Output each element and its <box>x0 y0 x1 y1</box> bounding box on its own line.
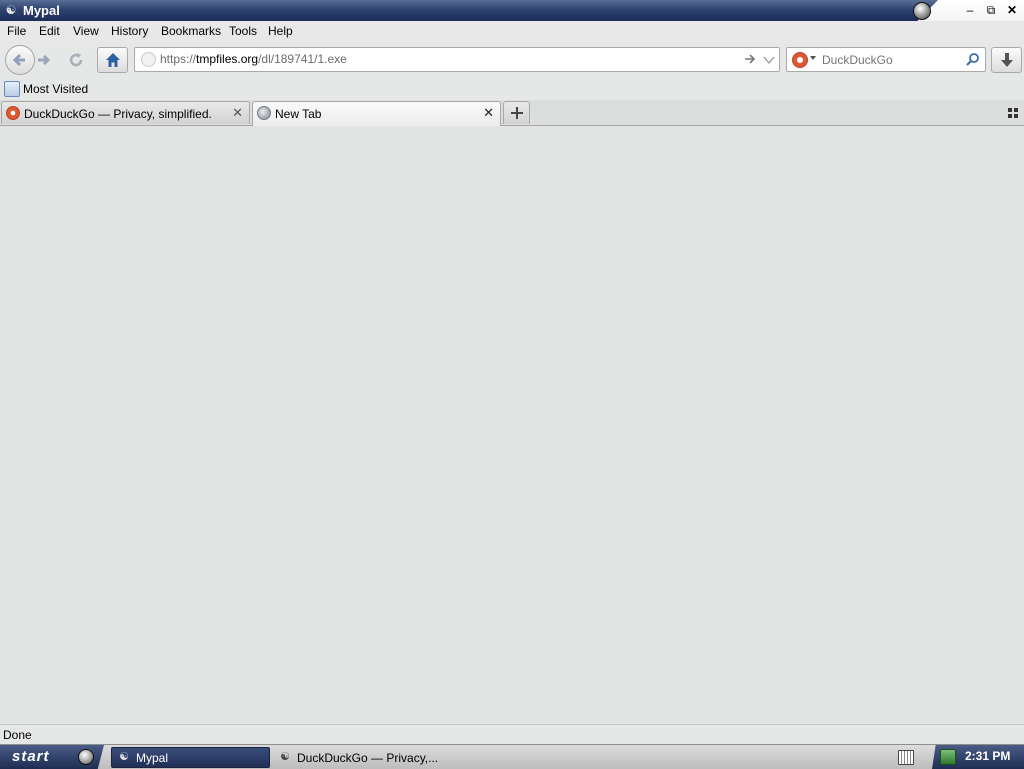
minimize-button[interactable]: ‒ <box>961 2 979 18</box>
tab-list-icon <box>1008 108 1018 118</box>
menu-file[interactable]: File <box>7 24 26 38</box>
reload-button[interactable] <box>66 50 86 70</box>
bookmark-most-visited[interactable]: Most Visited <box>23 82 88 96</box>
navigation-toolbar: https://tmpfiles.org/dl/189741/1.exe <box>0 42 1024 77</box>
search-icon <box>966 53 979 66</box>
forward-button[interactable] <box>34 50 54 70</box>
site-identity-icon <box>141 52 156 67</box>
title-bar: ☯ Mypal ‒ ⧉ ✕ <box>0 0 1024 21</box>
reload-icon <box>69 53 83 67</box>
download-icon <box>1000 53 1013 67</box>
url-prefix: https:// <box>160 52 197 66</box>
menu-edit[interactable]: Edit <box>39 24 60 38</box>
tab-new-tab[interactable]: New Tab ✕ <box>252 101 501 126</box>
tab-duckduckgo[interactable]: DuckDuckGo — Privacy, simplified. ✕ <box>1 101 250 124</box>
window-title: Mypal <box>23 3 60 18</box>
menu-bar: File Edit View History Bookmarks Tools H… <box>0 21 1024 42</box>
go-arrow-icon <box>745 54 756 64</box>
url-bar[interactable]: https://tmpfiles.org/dl/189741/1.exe <box>134 47 780 72</box>
close-button[interactable]: ✕ <box>1003 2 1021 18</box>
start-button[interactable]: start <box>0 745 104 769</box>
globe-favicon-icon <box>257 106 271 120</box>
taskbar-item-duckduckgo[interactable]: ☯ DuckDuckGo — Privacy,... <box>272 747 464 768</box>
menu-view[interactable]: View <box>73 24 99 38</box>
back-icon <box>12 53 25 67</box>
keyboard-icon[interactable] <box>898 750 914 765</box>
app-icon: ☯ <box>5 3 17 17</box>
bookmarks-toolbar: Most Visited <box>0 77 1024 100</box>
url-domain: tmpfiles.org <box>196 52 259 66</box>
downloads-button[interactable] <box>991 47 1022 73</box>
title-bar-dark-panel <box>0 0 938 21</box>
go-button[interactable] <box>743 52 757 66</box>
tab-strip: DuckDuckGo — Privacy, simplified. ✕ New … <box>0 100 1024 126</box>
menu-tools[interactable]: Tools <box>229 24 257 38</box>
tab-list-button[interactable] <box>1008 107 1018 118</box>
tab-label: DuckDuckGo — Privacy, simplified. <box>24 107 212 121</box>
page-content <box>0 126 1024 724</box>
clock[interactable]: 2:31 PM <box>965 749 1010 763</box>
most-visited-icon <box>4 81 20 97</box>
forward-icon <box>38 54 51 66</box>
mypal-app-icon: ☯ <box>119 751 129 763</box>
status-text: Done <box>3 728 32 742</box>
tab-label: New Tab <box>275 107 322 121</box>
duckduckgo-engine-icon[interactable] <box>792 52 808 68</box>
home-icon <box>105 53 120 67</box>
mypal-app-icon: ☯ <box>280 751 290 763</box>
tab-close-icon[interactable]: ✕ <box>483 105 494 121</box>
duckduckgo-favicon-icon <box>6 106 20 120</box>
theme-orb-icon <box>913 2 931 20</box>
taskbar: start ☯ Mypal ☯ DuckDuckGo — Privacy,...… <box>0 744 1024 769</box>
menu-history[interactable]: History <box>111 24 148 38</box>
url-dropdown-button[interactable] <box>763 54 775 65</box>
url-text[interactable]: https://tmpfiles.org/dl/189741/1.exe <box>160 52 347 66</box>
taskbar-item-label: DuckDuckGo — Privacy,... <box>297 751 439 765</box>
search-button[interactable] <box>966 52 980 66</box>
engine-dropdown-icon[interactable] <box>810 56 816 60</box>
start-label: start <box>12 748 50 765</box>
home-button[interactable] <box>97 47 128 73</box>
network-icon[interactable] <box>940 749 956 765</box>
restore-button[interactable]: ⧉ <box>982 2 1000 18</box>
taskbar-item-mypal[interactable]: ☯ Mypal <box>111 747 270 768</box>
start-orb-icon <box>78 749 94 765</box>
search-input[interactable] <box>820 50 964 69</box>
back-button[interactable] <box>5 45 35 75</box>
system-tray: 2:31 PM <box>932 745 1024 769</box>
new-tab-button[interactable] <box>503 101 530 124</box>
new-tab-icon <box>510 107 523 119</box>
search-bar[interactable] <box>786 47 986 72</box>
taskbar-item-label: Mypal <box>136 751 169 765</box>
status-bar: Done <box>0 724 1024 745</box>
menu-help[interactable]: Help <box>268 24 293 38</box>
menu-bookmarks[interactable]: Bookmarks <box>161 24 221 38</box>
tab-close-icon[interactable]: ✕ <box>232 105 243 121</box>
url-path: /dl/189741/1.exe <box>258 52 347 66</box>
dropdown-icon <box>763 56 775 65</box>
